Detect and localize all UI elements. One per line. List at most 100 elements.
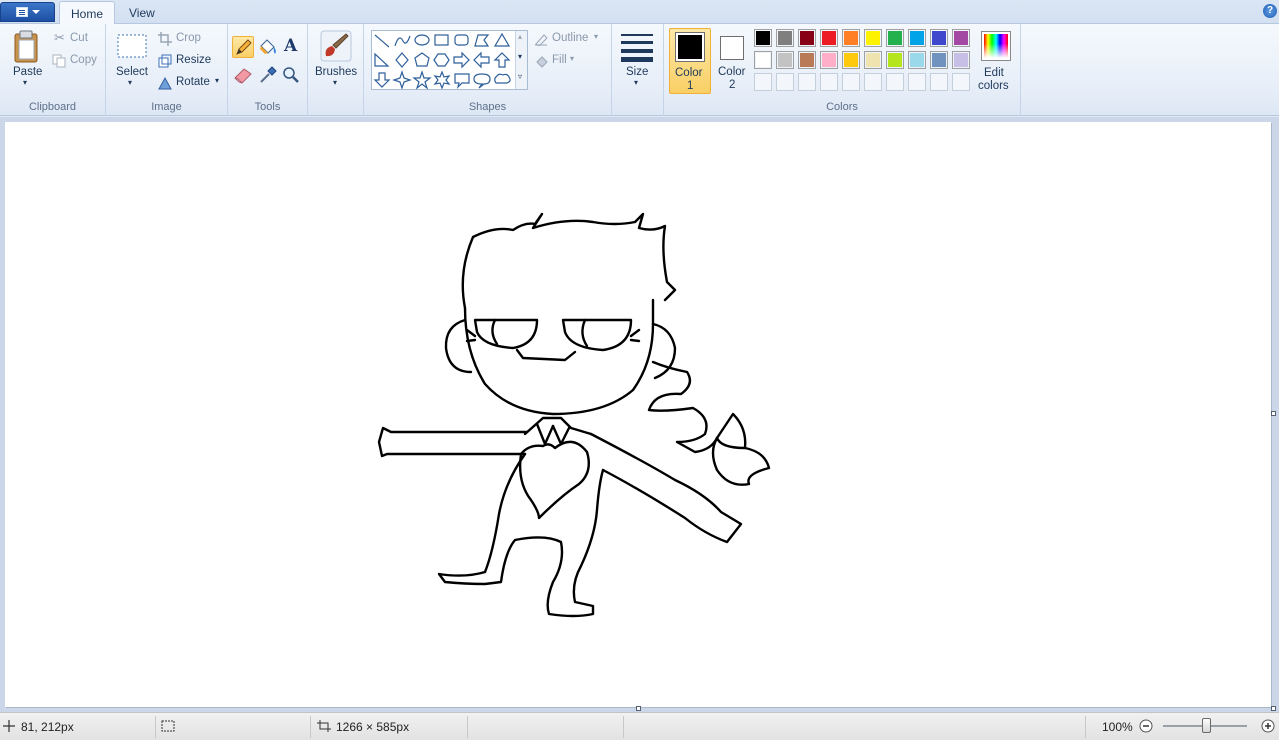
line-size-icon [621, 34, 653, 62]
custom-color-slot[interactable] [820, 73, 838, 91]
shapes-gallery[interactable]: ▴ ▾ ▿ [371, 30, 528, 90]
shapes-group: ▴ ▾ ▿ Outline ▾ Fill ▾ Shapes [364, 24, 612, 116]
custom-color-slot[interactable] [952, 73, 970, 91]
resize-handle-right[interactable] [1271, 411, 1276, 416]
palette-swatch[interactable] [952, 51, 970, 69]
fill-button[interactable]: Fill ▾ [532, 52, 592, 70]
crop-button[interactable]: Crop [156, 30, 222, 48]
palette-swatch-color [778, 53, 792, 67]
palette-swatch-color [954, 31, 968, 45]
tab-view[interactable]: View [118, 1, 166, 24]
palette-swatch[interactable] [908, 51, 926, 69]
size-button[interactable]: Size ▾ [616, 28, 660, 92]
clipboard-group: Paste ▾ ✂ Cut Copy Clipboard [0, 24, 106, 116]
custom-color-slot[interactable] [754, 73, 772, 91]
zoom-slider-thumb[interactable] [1202, 718, 1211, 733]
shapes-scrollbar[interactable]: ▴ ▾ ▿ [515, 31, 527, 89]
palette-swatch[interactable] [864, 51, 882, 69]
resize-handle-bottom[interactable] [636, 706, 641, 711]
color2-button[interactable]: Color 2 [712, 28, 754, 94]
palette-swatch-color [800, 53, 814, 67]
pencil-tool[interactable] [232, 36, 254, 58]
six-point-star-shape-icon [433, 70, 451, 90]
custom-color-slot[interactable] [864, 73, 882, 91]
tab-home[interactable]: Home [59, 1, 116, 25]
palette-swatch-color [844, 31, 858, 45]
palette-swatch[interactable] [886, 29, 904, 47]
palette-swatch[interactable] [930, 29, 948, 47]
zoom-in-icon[interactable] [1261, 719, 1275, 733]
palette-swatch[interactable] [886, 51, 904, 69]
color1-swatch [678, 35, 702, 59]
palette-swatch[interactable] [842, 29, 860, 47]
palette-swatch-color [954, 53, 968, 67]
fill-bucket-icon [260, 39, 276, 54]
outline-button[interactable]: Outline ▾ [532, 30, 602, 48]
palette-swatch-color [888, 31, 902, 45]
color2-swatch [720, 36, 744, 60]
custom-color-slot[interactable] [908, 73, 926, 91]
fill-tool[interactable] [256, 36, 278, 58]
palette-swatch-color [756, 31, 770, 45]
select-button[interactable]: Select ▾ [112, 28, 150, 92]
edit-colors-button[interactable]: Edit colors [976, 28, 1018, 94]
custom-color-slot[interactable] [776, 73, 794, 91]
palette-swatch[interactable] [754, 29, 772, 47]
color1-button[interactable]: Color 1 [669, 28, 711, 94]
copy-button[interactable]: Copy [52, 52, 102, 70]
magnifier-tool[interactable] [280, 64, 302, 86]
custom-color-slot[interactable] [842, 73, 860, 91]
palette-swatch-color [822, 31, 836, 45]
copy-icon [52, 54, 66, 68]
palette-swatch[interactable] [798, 51, 816, 69]
triangle-shape-icon [493, 32, 511, 47]
size-group: Size ▾ [612, 24, 664, 116]
image-group-label: Image [151, 101, 182, 113]
palette-swatch[interactable] [864, 29, 882, 47]
custom-color-slot[interactable] [798, 73, 816, 91]
color2-number: 2 [729, 79, 736, 91]
paint-menu-button[interactable] [0, 2, 55, 22]
clipboard-icon [14, 30, 38, 63]
brush-icon [320, 30, 352, 62]
status-separator [467, 716, 468, 738]
color-picker-icon [260, 66, 277, 83]
custom-color-slot[interactable] [930, 73, 948, 91]
brushes-button[interactable]: Brushes ▾ [312, 28, 360, 92]
color-picker-tool[interactable] [256, 64, 278, 86]
palette-swatch-color [866, 53, 880, 67]
resize-handle-corner[interactable] [1271, 706, 1276, 711]
help-icon[interactable]: ? [1263, 4, 1277, 18]
rotate-button[interactable]: Rotate ▾ [156, 74, 226, 92]
chevron-down-icon: ▾ [215, 76, 220, 85]
palette-swatch[interactable] [754, 51, 772, 69]
hexagon-shape-icon [433, 53, 450, 67]
custom-color-slot[interactable] [886, 73, 904, 91]
drawing-canvas[interactable] [5, 122, 1271, 707]
palette-swatch[interactable] [842, 51, 860, 69]
palette-swatch[interactable] [776, 51, 794, 69]
resize-button[interactable]: Resize [156, 52, 222, 70]
eraser-tool[interactable] [232, 64, 254, 86]
character-drawing [377, 212, 771, 618]
palette-swatch[interactable] [776, 29, 794, 47]
palette-swatch[interactable] [908, 29, 926, 47]
line-shape-icon [374, 34, 390, 48]
polygon-shape-icon [474, 34, 490, 47]
curve-shape-icon [394, 35, 411, 47]
paste-button[interactable]: Paste ▾ [6, 28, 48, 92]
chevron-down-icon: ▾ [23, 78, 28, 87]
palette-swatch[interactable] [820, 29, 838, 47]
text-tool[interactable]: A [280, 36, 302, 58]
palette-swatch[interactable] [930, 51, 948, 69]
cut-button[interactable]: ✂ Cut [52, 30, 102, 48]
palette-swatch[interactable] [798, 29, 816, 47]
five-point-star-shape-icon [412, 70, 432, 90]
rectangle-shape-icon [434, 34, 449, 46]
colors-group-label: Colors [826, 101, 858, 113]
gallery-expand-icon: ▿ [518, 72, 523, 81]
zoom-out-icon[interactable] [1139, 719, 1153, 733]
status-separator [155, 716, 156, 738]
palette-swatch[interactable] [952, 29, 970, 47]
palette-swatch[interactable] [820, 51, 838, 69]
